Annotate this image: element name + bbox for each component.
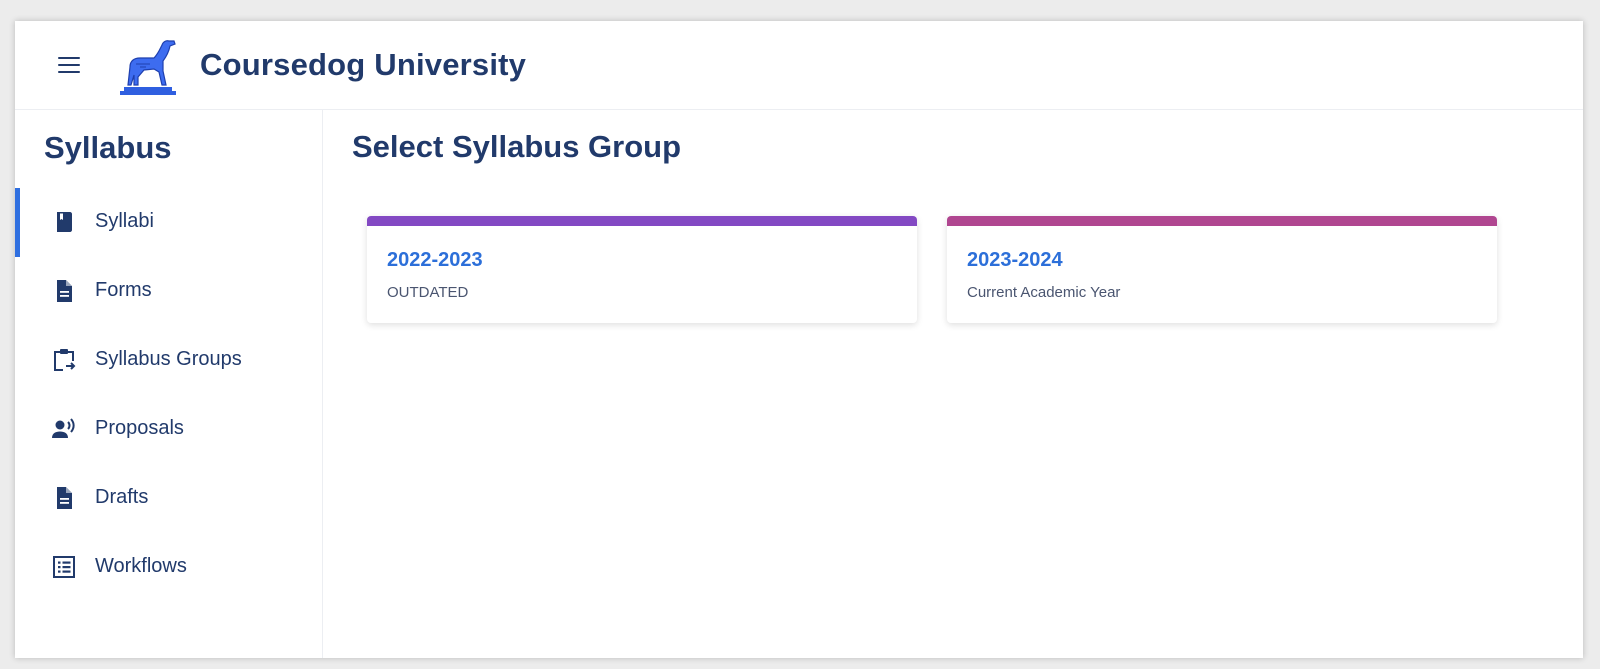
card-subtitle: OUTDATED (387, 284, 469, 301)
sidebar-item-label: Proposals (95, 417, 184, 439)
document-icon (57, 280, 72, 302)
sidebar-item-syllabus-groups[interactable]: Syllabus Groups (15, 326, 322, 395)
top-bar: Coursedog University (15, 21, 1583, 110)
hamburger-menu-icon[interactable] (55, 54, 83, 76)
sidebar-item-proposals[interactable]: Proposals (15, 395, 322, 464)
sidebar-nav: Syllabi Forms Syllabus Groups Proposals … (15, 188, 322, 602)
book-icon (57, 212, 72, 232)
sidebar-item-label: Workflows (95, 555, 187, 577)
brand-name: Coursedog University (200, 47, 527, 82)
sidebar: Syllabus Syllabi Forms Syllabus Groups P… (15, 110, 323, 658)
syllabus-group-card-2022-2023[interactable]: 2022-2023 OUTDATED (367, 216, 917, 323)
card-color-bar (947, 216, 1497, 226)
list-icon (53, 556, 75, 578)
sidebar-item-label: Forms (95, 279, 152, 301)
sidebar-item-label: Syllabus Groups (95, 348, 242, 370)
card-subtitle: Current Academic Year (967, 284, 1121, 301)
card-color-bar (367, 216, 917, 226)
sidebar-item-workflows[interactable]: Workflows (15, 533, 322, 602)
greyhound-logo-icon[interactable] (116, 37, 180, 95)
card-title[interactable]: 2023-2024 (967, 249, 1063, 272)
document-icon (57, 487, 72, 509)
card-title[interactable]: 2022-2023 (387, 249, 483, 272)
sidebar-item-forms[interactable]: Forms (15, 257, 322, 326)
page-title: Select Syllabus Group (352, 129, 682, 164)
syllabus-group-card-2023-2024[interactable]: 2023-2024 Current Academic Year (947, 216, 1497, 323)
app-window: Coursedog University Syllabus Syllabi Fo… (15, 21, 1583, 658)
sidebar-title: Syllabus (44, 130, 172, 165)
sidebar-item-label: Drafts (95, 486, 149, 508)
sidebar-item-syllabi[interactable]: Syllabi (15, 188, 322, 257)
clipboard-move-icon (54, 349, 76, 371)
sidebar-item-label: Syllabi (95, 210, 154, 232)
person-voice-icon (52, 418, 75, 438)
sidebar-item-drafts[interactable]: Drafts (15, 464, 322, 533)
